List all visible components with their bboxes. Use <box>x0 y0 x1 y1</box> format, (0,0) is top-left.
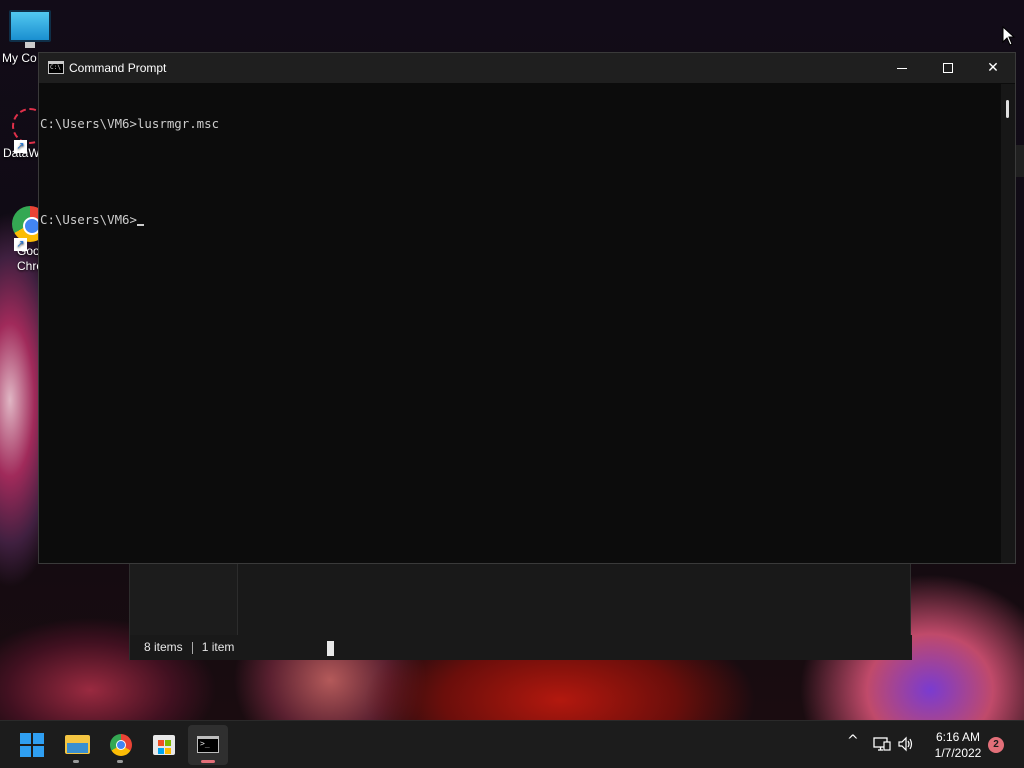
explorer-scroll-thumb[interactable] <box>327 641 334 656</box>
shortcut-arrow-icon: ↗ <box>14 140 27 153</box>
volume-icon[interactable] <box>898 736 914 752</box>
running-indicator <box>73 760 79 763</box>
show-hidden-icons-chevron[interactable]: ^ <box>847 733 859 749</box>
maximize-icon <box>943 63 953 73</box>
console-scroll-thumb[interactable] <box>1006 100 1009 118</box>
console-prompt-line[interactable]: C:\Users\VM6> <box>40 212 999 228</box>
running-indicator <box>117 760 123 763</box>
taskbar: ^ 6:16 AM 1/7/2022 2 <box>0 720 1024 768</box>
background-window-edge <box>1016 145 1024 177</box>
console-scrollbar[interactable] <box>1001 84 1015 563</box>
explorer-status-bar: 8 items 1 item <box>130 635 912 660</box>
windows-start-icon <box>20 733 44 757</box>
status-item-count: 8 items <box>144 640 183 654</box>
store-icon <box>153 735 175 755</box>
clock-time: 6:16 AM <box>935 730 981 744</box>
close-icon: ✕ <box>987 60 999 76</box>
computer-monitor-icon <box>9 10 51 48</box>
active-indicator <box>201 760 215 763</box>
taskbar-clock[interactable]: 6:16 AM 1/7/2022 <box>925 729 991 761</box>
taskbar-store[interactable] <box>144 725 184 765</box>
folder-icon <box>65 735 90 754</box>
start-button[interactable] <box>12 725 52 765</box>
chrome-icon <box>110 734 132 756</box>
maximize-button[interactable] <box>925 53 971 83</box>
clock-date: 1/7/2022 <box>934 746 982 760</box>
status-selected-count: 1 item <box>201 640 235 654</box>
command-prompt-window[interactable]: C:\ Command Prompt ✕ C:\Users\VM6>lusrmg… <box>38 52 1016 564</box>
network-icon[interactable] <box>873 736 891 752</box>
text-cursor <box>136 224 144 226</box>
cmd-icon <box>197 736 219 753</box>
console-output[interactable]: C:\Users\VM6>lusrmgr.msc C:\Users\VM6> <box>39 84 999 563</box>
explorer-nav-pane[interactable] <box>130 563 238 635</box>
file-explorer-window[interactable]: 8 items 1 item <box>129 563 912 660</box>
minimize-button[interactable] <box>879 53 925 83</box>
console-prompt: C:\Users\VM6> <box>40 212 137 227</box>
minimize-icon <box>897 67 907 69</box>
notification-badge[interactable]: 2 <box>988 737 1004 753</box>
taskbar-command-prompt[interactable] <box>188 725 228 765</box>
status-separator <box>191 641 193 654</box>
mouse-pointer-icon <box>1002 26 1016 46</box>
cmd-icon: C:\ <box>48 61 64 74</box>
console-line: C:\Users\VM6>lusrmgr.msc <box>40 116 220 131</box>
close-button[interactable]: ✕ <box>970 53 1016 83</box>
taskbar-file-explorer[interactable] <box>57 725 97 765</box>
taskbar-chrome[interactable] <box>101 725 141 765</box>
window-title: Command Prompt <box>69 61 167 75</box>
shortcut-arrow-icon: ↗ <box>14 238 27 251</box>
cmd-titlebar[interactable]: C:\ Command Prompt ✕ <box>39 53 1015 83</box>
